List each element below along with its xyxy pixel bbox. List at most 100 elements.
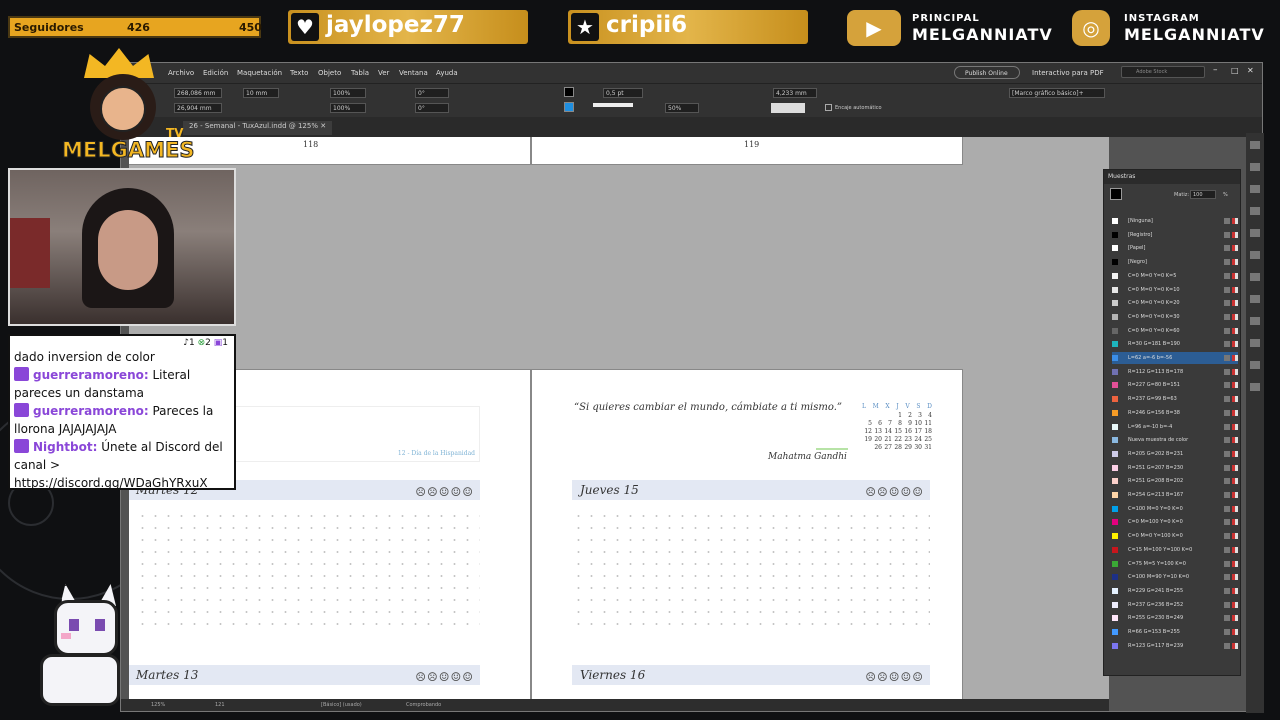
rotate-field[interactable]: 0° bbox=[415, 88, 449, 98]
swatch-row[interactable]: C=0 M=0 Y=100 K=0 bbox=[1112, 530, 1238, 542]
base-style[interactable]: [Básico] (usado) bbox=[321, 702, 362, 708]
workspace-switcher[interactable]: Interactivo para PDF bbox=[1032, 69, 1104, 77]
shear-field[interactable]: 0° bbox=[415, 103, 449, 113]
swatch-process-icon bbox=[1224, 629, 1230, 635]
swatch-row[interactable]: C=0 M=0 Y=0 K=10 bbox=[1112, 284, 1238, 296]
swatch-row[interactable]: [Registro] bbox=[1112, 229, 1238, 241]
stroke-type-selector[interactable] bbox=[593, 103, 633, 107]
swatch-name: R=254 G=213 B=167 bbox=[1128, 492, 1184, 498]
calendar-day: 15 bbox=[894, 428, 902, 435]
swatch-process-icon bbox=[1224, 272, 1230, 279]
calendar-day: 26 bbox=[874, 444, 882, 451]
swatch-row[interactable]: R=30 G=181 B=190 bbox=[1112, 338, 1238, 350]
swatch-row[interactable]: [Ninguna] bbox=[1112, 215, 1238, 227]
followers-current: 426 bbox=[127, 21, 150, 34]
document-tab[interactable]: 26 - Semanal - TuxAzul.indd @ 125% ✕ bbox=[183, 121, 333, 135]
swatch-process-icon bbox=[1224, 437, 1230, 444]
menu-ayuda[interactable]: Ayuda bbox=[436, 69, 458, 77]
menu-objeto[interactable]: Objeto bbox=[318, 69, 341, 77]
menu-ver[interactable]: Ver bbox=[378, 69, 389, 77]
object-style-select[interactable]: [Marco gráfico básico]+ bbox=[1009, 88, 1105, 98]
search-stock-input[interactable]: Adobe Stock bbox=[1121, 66, 1205, 78]
stroke-icon[interactable] bbox=[1250, 207, 1260, 215]
fill-stroke-proxy[interactable] bbox=[1110, 188, 1122, 200]
cc-libraries-icon[interactable] bbox=[1250, 251, 1260, 259]
mood-faces: ☹☹☺☺☺ bbox=[865, 670, 924, 684]
swatch-row[interactable]: Nueva muestra de color bbox=[1112, 434, 1238, 446]
align-icon[interactable] bbox=[1250, 339, 1260, 347]
tint-field[interactable]: 100 bbox=[1190, 190, 1216, 199]
minimize-icon[interactable]: – bbox=[1213, 65, 1218, 75]
close-tab-icon[interactable]: ✕ bbox=[320, 122, 326, 130]
paragraph-styles-icon[interactable] bbox=[1250, 361, 1260, 369]
menu-edicion[interactable]: Edición bbox=[203, 69, 228, 77]
swatch-row[interactable]: C=75 M=5 Y=100 K=0 bbox=[1112, 558, 1238, 570]
swatch-row[interactable]: R=112 G=113 B=178 bbox=[1112, 366, 1238, 378]
menu-texto[interactable]: Texto bbox=[290, 69, 308, 77]
swatch-row[interactable]: R=237 G=236 B=252 bbox=[1112, 599, 1238, 611]
character-styles-icon[interactable] bbox=[1250, 383, 1260, 391]
swatch-row[interactable]: R=205 G=202 B=231 bbox=[1112, 448, 1238, 460]
stroke-weight-field[interactable]: 0,5 pt bbox=[603, 88, 643, 98]
webcam-face bbox=[98, 210, 158, 290]
layers-icon[interactable] bbox=[1250, 163, 1260, 171]
swatch-row[interactable]: C=0 M=0 Y=0 K=20 bbox=[1112, 297, 1238, 309]
swatch-process-icon bbox=[1224, 327, 1230, 334]
swatches-icon[interactable] bbox=[1250, 229, 1260, 237]
text-wrap-icon[interactable] bbox=[1250, 317, 1260, 325]
swatch-row[interactable]: L=62 a=-6 b=-56 bbox=[1112, 352, 1238, 364]
autofit-checkbox[interactable] bbox=[825, 104, 832, 111]
calendar-day: 1 bbox=[898, 412, 902, 419]
swatch-row[interactable]: C=0 M=100 Y=0 K=0 bbox=[1112, 516, 1238, 528]
calendar-weekday: D bbox=[927, 403, 932, 410]
swatch-row[interactable]: C=0 M=0 Y=0 K=30 bbox=[1112, 311, 1238, 323]
swatch-row[interactable]: L=96 a=-10 b=-4 bbox=[1112, 421, 1238, 433]
swatch-row[interactable]: C=15 M=100 Y=100 K=0 bbox=[1112, 544, 1238, 556]
scale-y-field[interactable]: 100% bbox=[330, 103, 366, 113]
menu-tabla[interactable]: Tabla bbox=[351, 69, 369, 77]
menu-maquetacion[interactable]: Maquetación bbox=[237, 69, 282, 77]
effects-icon[interactable] bbox=[1250, 273, 1260, 281]
calendar-weekday: J bbox=[896, 403, 899, 410]
swatch-row[interactable]: R=254 G=213 B=167 bbox=[1112, 489, 1238, 501]
swatch-row[interactable]: R=123 G=117 B=239 bbox=[1112, 640, 1238, 652]
swatch-row[interactable]: R=251 G=208 B=202 bbox=[1112, 475, 1238, 487]
page-field[interactable]: 121 bbox=[215, 702, 225, 708]
zoom-level[interactable]: 125% bbox=[151, 702, 165, 708]
swatch-row[interactable]: R=251 G=207 B=230 bbox=[1112, 462, 1238, 474]
swatches-panel: Muestras Matiz: 100 % [Ninguna] [Registro… bbox=[1103, 169, 1241, 676]
menu-ventana[interactable]: Ventana bbox=[399, 69, 428, 77]
swatch-row[interactable]: R=246 G=156 B=38 bbox=[1112, 407, 1238, 419]
indesign-window: ⌂ Archivo Edición Maquetación Texto Obje… bbox=[120, 62, 1264, 713]
swatch-row[interactable]: C=0 M=0 Y=0 K=5 bbox=[1112, 270, 1238, 282]
fill-swatch[interactable] bbox=[564, 87, 574, 97]
swatch-process-icon bbox=[1224, 492, 1230, 498]
swatch-row[interactable]: R=255 G=230 B=249 bbox=[1112, 612, 1238, 624]
stroke-swatch[interactable] bbox=[564, 102, 574, 112]
swatch-name: C=100 M=90 Y=10 K=0 bbox=[1128, 574, 1190, 581]
swatch-row[interactable]: R=229 G=241 B=255 bbox=[1112, 585, 1238, 597]
width-field[interactable]: 10 mm bbox=[243, 88, 279, 98]
pages-icon[interactable] bbox=[1250, 141, 1260, 149]
calendar-day: 25 bbox=[924, 436, 932, 443]
publish-online-button[interactable]: Publish Online bbox=[954, 66, 1020, 79]
dimension-field[interactable]: 4,233 mm bbox=[773, 88, 817, 98]
swatch-row[interactable]: C=0 M=0 Y=0 K=60 bbox=[1112, 325, 1238, 337]
swatch-row[interactable]: C=100 M=0 Y=0 K=0 bbox=[1112, 503, 1238, 515]
cat-head bbox=[54, 600, 118, 656]
gradient-icon[interactable] bbox=[1250, 295, 1260, 303]
swatch-mode-icon bbox=[1232, 601, 1238, 608]
swatch-row[interactable]: [Negro] bbox=[1112, 256, 1238, 268]
swatch-row[interactable]: C=100 M=90 Y=10 K=0 bbox=[1112, 571, 1238, 583]
swatch-process-icon bbox=[1224, 505, 1230, 512]
swatch-row[interactable]: R=66 G=153 B=255 bbox=[1112, 626, 1238, 638]
close-icon[interactable]: ✕ bbox=[1247, 66, 1254, 75]
swatch-row[interactable]: [Papel] bbox=[1112, 242, 1238, 254]
swatch-mode-icon bbox=[1232, 231, 1238, 238]
maximize-icon[interactable]: □ bbox=[1231, 66, 1239, 75]
swatch-row[interactable]: R=237 G=99 B=63 bbox=[1112, 393, 1238, 405]
links-icon[interactable] bbox=[1250, 185, 1260, 193]
scale-x-field[interactable]: 100% bbox=[330, 88, 366, 98]
opacity-field[interactable]: 50% bbox=[665, 103, 699, 113]
swatch-row[interactable]: R=227 G=80 B=151 bbox=[1112, 379, 1238, 391]
